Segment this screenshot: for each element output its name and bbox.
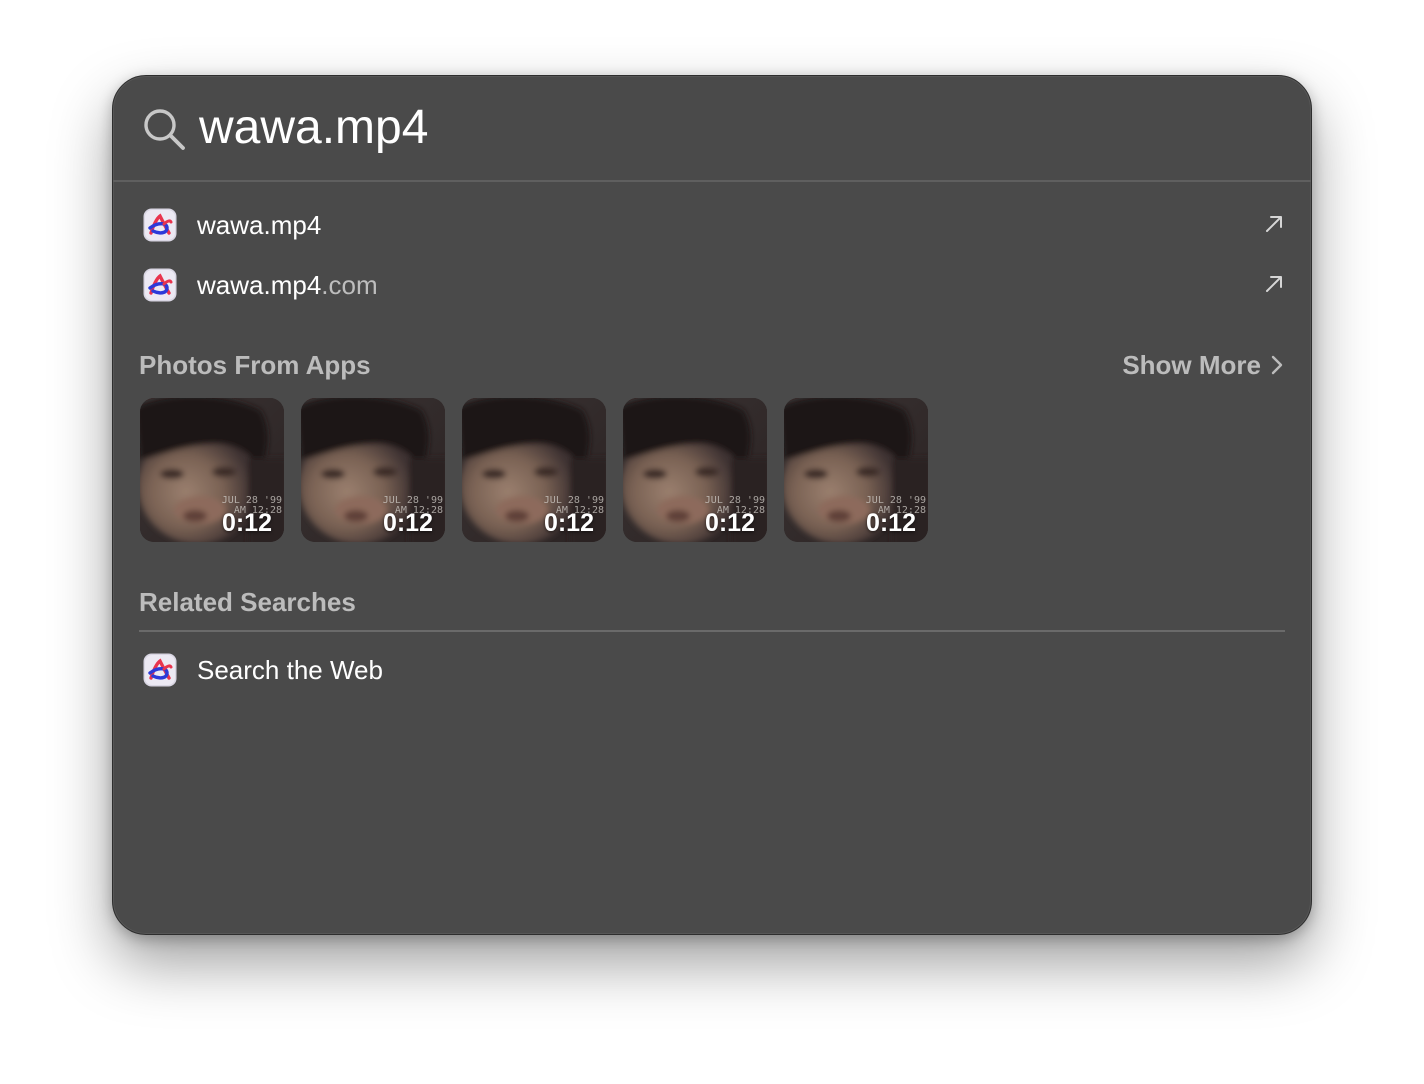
arc-browser-icon xyxy=(143,208,177,242)
result-row-2[interactable]: wawa.mp4.com xyxy=(113,257,1311,313)
spotlight-panel: wawa.mp4 wawa.mp4.com Photos From Apps S… xyxy=(112,75,1312,935)
result-label: wawa.mp4.com xyxy=(197,270,378,300)
photos-section-title: Photos From Apps xyxy=(139,350,371,380)
show-more-label: Show More xyxy=(1122,349,1261,380)
search-bar xyxy=(113,76,1311,182)
show-more-button[interactable]: Show More xyxy=(1122,348,1283,382)
result-row-1[interactable]: wawa.mp4 xyxy=(113,197,1311,253)
video-duration: 0:12 xyxy=(543,509,594,537)
video-duration: 0:12 xyxy=(704,509,755,537)
search-icon xyxy=(144,109,185,150)
photo-thumbnail[interactable]: JUL 28 '99 AM 12:28 0:12 xyxy=(301,398,445,542)
video-duration: 0:12 xyxy=(221,509,272,537)
section-divider xyxy=(139,630,1285,632)
result-label: wawa.mp4 xyxy=(197,210,322,240)
related-searches-title: Related Searches xyxy=(139,587,356,617)
search-input[interactable] xyxy=(199,98,1199,158)
open-arrow-icon[interactable] xyxy=(1263,213,1285,235)
photo-thumbnail[interactable]: JUL 28 '99 AM 12:28 0:12 xyxy=(140,398,284,542)
arc-browser-icon xyxy=(143,268,177,302)
open-arrow-icon[interactable] xyxy=(1263,273,1285,295)
screen: wawa.mp4 wawa.mp4.com Photos From Apps S… xyxy=(0,0,1424,1084)
search-the-web-label: Search the Web xyxy=(197,655,383,685)
video-duration: 0:12 xyxy=(865,509,916,537)
photo-thumbnail[interactable]: JUL 28 '99 AM 12:28 0:12 xyxy=(623,398,767,542)
chevron-right-icon xyxy=(1271,355,1283,375)
search-the-web-row[interactable]: Search the Web xyxy=(113,642,1311,698)
video-duration: 0:12 xyxy=(382,509,433,537)
photo-thumbnail[interactable]: JUL 28 '99 AM 12:28 0:12 xyxy=(784,398,928,542)
arc-browser-icon xyxy=(143,653,177,687)
photo-thumbnail[interactable]: JUL 28 '99 AM 12:28 0:12 xyxy=(462,398,606,542)
photo-thumbnails: JUL 28 '99 AM 12:28 0:12 JUL 28 '99 AM 12:… xyxy=(140,398,928,542)
